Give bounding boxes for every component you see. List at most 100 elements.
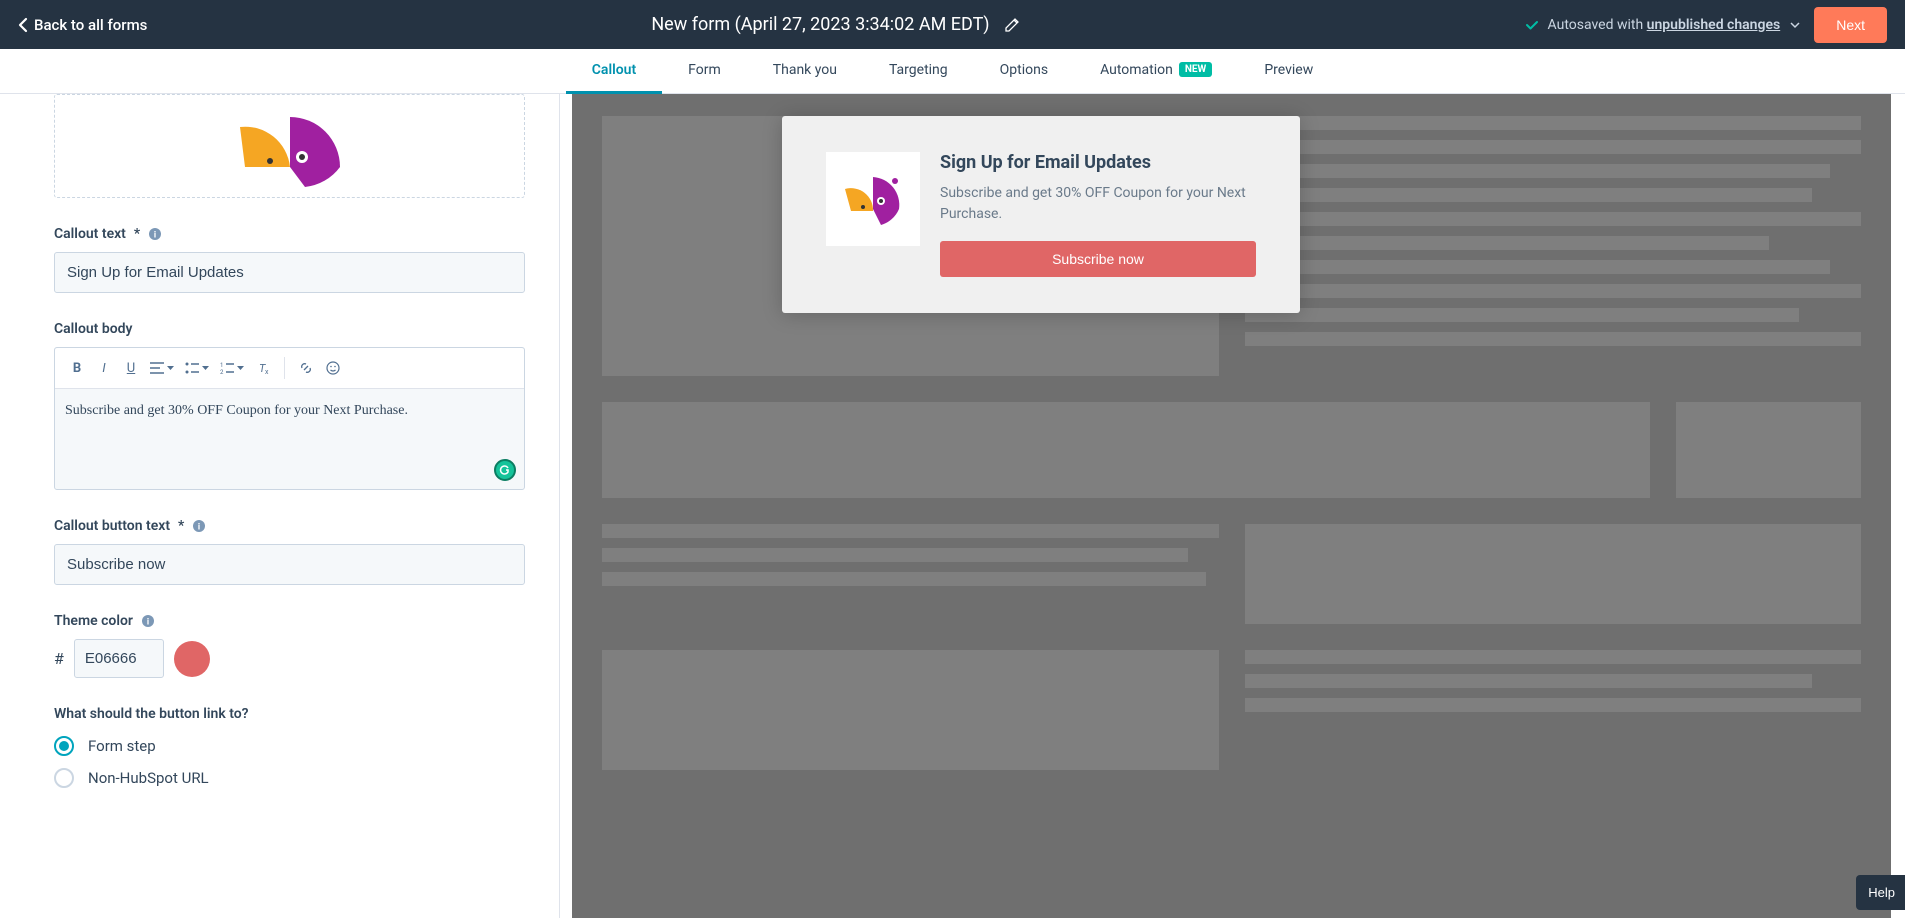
ghost-line bbox=[602, 572, 1206, 586]
color-swatch[interactable] bbox=[174, 641, 210, 677]
svg-text:1: 1 bbox=[220, 362, 223, 369]
radio-label: Form step bbox=[88, 737, 156, 755]
ghost-line bbox=[1245, 140, 1862, 154]
ghost-line bbox=[602, 548, 1188, 562]
ghost-line bbox=[1245, 674, 1812, 688]
chevron-down-icon bbox=[167, 366, 174, 371]
rte-body[interactable]: Subscribe and get 30% OFF Coupon for you… bbox=[55, 389, 524, 489]
color-row: # bbox=[54, 639, 525, 678]
hash-label: # bbox=[54, 649, 64, 668]
underline-button[interactable]: U bbox=[119, 355, 143, 381]
back-to-forms-link[interactable]: Back to all forms bbox=[18, 16, 147, 34]
ghost-line bbox=[1245, 284, 1862, 298]
tab-targeting[interactable]: Targeting bbox=[863, 49, 974, 94]
svg-text:x: x bbox=[265, 368, 269, 375]
button-text-input[interactable] bbox=[54, 544, 525, 585]
button-text-group: Callout button text * i bbox=[54, 518, 525, 585]
ghost-block bbox=[602, 650, 1219, 770]
ghost-line bbox=[1245, 650, 1862, 664]
top-bar: Back to all forms New form (April 27, 20… bbox=[0, 0, 1905, 49]
callout-body-label: Callout body bbox=[54, 321, 525, 337]
uploaded-logo bbox=[190, 97, 390, 187]
radio-form-step[interactable]: Form step bbox=[54, 736, 525, 756]
autosave-status[interactable]: Autosaved with unpublished changes bbox=[1524, 17, 1801, 33]
subscribe-button[interactable]: Subscribe now bbox=[940, 241, 1256, 277]
ghost-line bbox=[1245, 698, 1862, 712]
edit-title-button[interactable] bbox=[1004, 17, 1020, 33]
preview-canvas: Sign Up for Email Updates Subscribe and … bbox=[572, 94, 1891, 918]
logo-icon bbox=[833, 159, 913, 239]
tab-options[interactable]: Options bbox=[974, 49, 1074, 94]
grammarly-icon[interactable] bbox=[494, 459, 516, 481]
pencil-icon bbox=[1004, 17, 1020, 33]
rte-content: Subscribe and get 30% OFF Coupon for you… bbox=[65, 403, 408, 418]
ghost-block bbox=[1676, 402, 1861, 498]
bold-button[interactable]: B bbox=[65, 355, 89, 381]
align-button[interactable] bbox=[146, 355, 178, 381]
autosave-prefix: Autosaved with bbox=[1548, 17, 1647, 33]
tab-thank-you[interactable]: Thank you bbox=[747, 49, 863, 94]
tab-preview[interactable]: Preview bbox=[1238, 49, 1339, 94]
color-hex-input[interactable] bbox=[74, 639, 164, 678]
tab-callout[interactable]: Callout bbox=[566, 49, 662, 94]
chevron-left-icon bbox=[18, 17, 28, 33]
info-icon[interactable]: i bbox=[141, 614, 155, 628]
theme-color-label: Theme color i bbox=[54, 613, 525, 629]
preview-panel: Sign Up for Email Updates Subscribe and … bbox=[560, 94, 1905, 918]
ghost-line bbox=[602, 524, 1219, 538]
content-area: Callout text * i Callout body B I U bbox=[0, 94, 1905, 918]
popup-text: Sign Up for Email Updates Subscribe and … bbox=[940, 152, 1256, 277]
callout-preview: Sign Up for Email Updates Subscribe and … bbox=[782, 116, 1300, 313]
ghost-line bbox=[1245, 236, 1769, 250]
tab-label: Targeting bbox=[889, 62, 948, 78]
callout-body-group: Callout body B I U 12 bbox=[54, 321, 525, 490]
numbered-list-button[interactable]: 12 bbox=[216, 355, 248, 381]
svg-text:i: i bbox=[198, 522, 201, 532]
settings-panel: Callout text * i Callout body B I U bbox=[0, 94, 560, 918]
separator bbox=[284, 357, 285, 379]
popup-logo bbox=[826, 152, 920, 246]
ghost-line bbox=[1245, 164, 1831, 178]
logo-icon bbox=[210, 117, 370, 187]
callout-text-group: Callout text * i bbox=[54, 226, 525, 293]
header-right: Autosaved with unpublished changes Next bbox=[1524, 7, 1887, 43]
tab-label: Preview bbox=[1264, 62, 1313, 78]
tab-label: Automation bbox=[1100, 62, 1173, 78]
bullet-list-button[interactable] bbox=[181, 355, 213, 381]
popup-title: Sign Up for Email Updates bbox=[940, 152, 1256, 173]
ghost-line bbox=[1245, 308, 1800, 322]
ghost-line bbox=[1245, 188, 1812, 202]
callout-text-label: Callout text * i bbox=[54, 226, 525, 242]
back-label: Back to all forms bbox=[34, 16, 147, 34]
ghost-line bbox=[1245, 332, 1862, 346]
autosave-link[interactable]: unpublished changes bbox=[1647, 17, 1781, 33]
callout-text-input[interactable] bbox=[54, 252, 525, 293]
image-upload-area[interactable] bbox=[54, 94, 525, 198]
chevron-down-icon bbox=[1790, 20, 1800, 30]
emoji-button[interactable] bbox=[321, 355, 345, 381]
link-question: What should the button link to? bbox=[54, 706, 525, 722]
next-button[interactable]: Next bbox=[1814, 7, 1887, 43]
help-button[interactable]: Help bbox=[1856, 875, 1905, 910]
info-icon[interactable]: i bbox=[192, 519, 206, 533]
form-title: New form (April 27, 2023 3:34:02 AM EDT) bbox=[651, 14, 989, 35]
tab-form[interactable]: Form bbox=[662, 49, 747, 94]
link-button[interactable] bbox=[294, 355, 318, 381]
radio-input[interactable] bbox=[54, 736, 74, 756]
clear-format-button[interactable]: Tx bbox=[251, 355, 275, 381]
radio-input[interactable] bbox=[54, 768, 74, 788]
rich-text-editor: B I U 12 Tx bbox=[54, 347, 525, 490]
svg-text:2: 2 bbox=[220, 369, 224, 374]
italic-button[interactable]: I bbox=[92, 355, 116, 381]
title-area: New form (April 27, 2023 3:34:02 AM EDT) bbox=[147, 14, 1523, 35]
info-icon[interactable]: i bbox=[148, 227, 162, 241]
tab-label: Form bbox=[688, 62, 721, 78]
button-text-label: Callout button text * i bbox=[54, 518, 525, 534]
ghost-line bbox=[1245, 116, 1862, 130]
new-badge: NEW bbox=[1179, 62, 1212, 77]
ghost-block bbox=[602, 402, 1650, 498]
tabs-bar: Callout Form Thank you Targeting Options… bbox=[0, 49, 1905, 94]
radio-label: Non-HubSpot URL bbox=[88, 769, 209, 787]
tab-automation[interactable]: Automation NEW bbox=[1074, 49, 1238, 94]
radio-non-hubspot-url[interactable]: Non-HubSpot URL bbox=[54, 768, 525, 788]
